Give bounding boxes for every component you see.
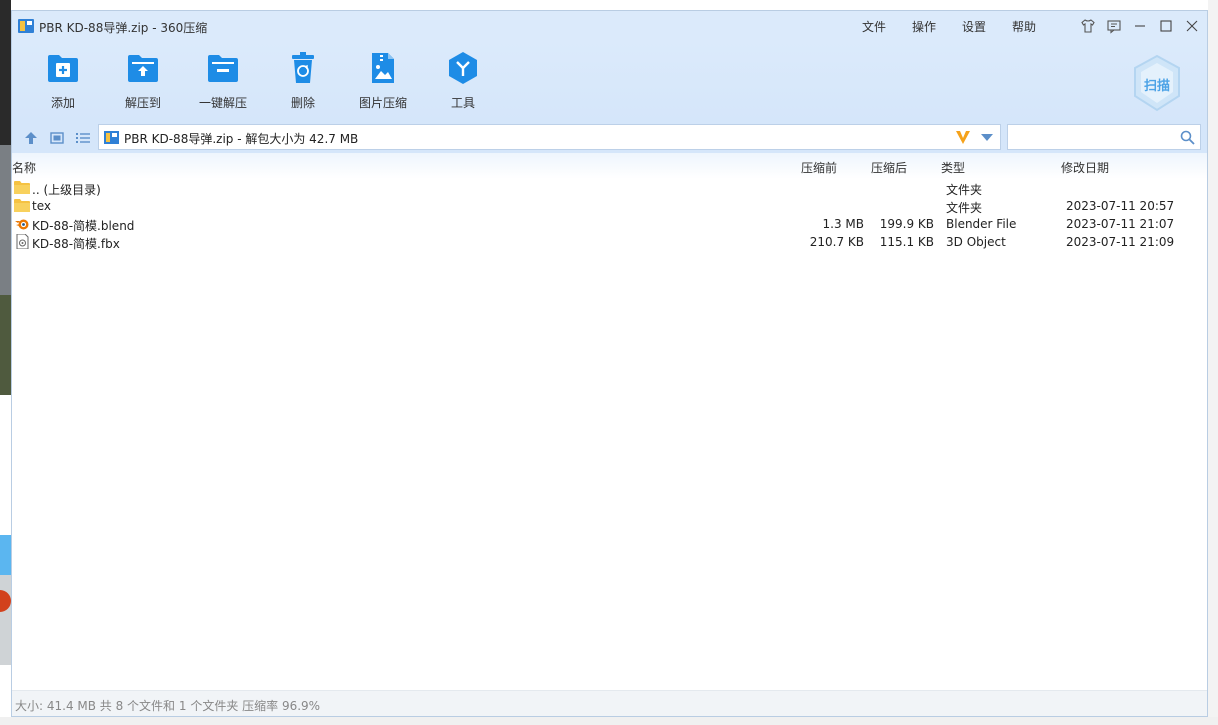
column-after-size[interactable]: 压缩后: [871, 159, 907, 176]
status-text: 大小: 41.4 MB 共 8 个文件和 1 个文件夹 压缩率 96.9%: [15, 699, 321, 713]
file-name: tex: [32, 199, 51, 213]
up-arrow-icon[interactable]: [23, 130, 39, 146]
title-bar[interactable]: PBR KD-88导弹.zip - 360压缩 文件 操作 设置 帮助: [12, 11, 1207, 41]
desktop-background-bottom: [0, 717, 1218, 725]
fbx-file-icon: [16, 234, 29, 249]
search-icon[interactable]: [1180, 130, 1195, 145]
list-item[interactable]: KD-88-简模.fbx 210.7 KB 115.1 KB 3D Object…: [12, 233, 1207, 251]
toolbar: 添加 解压到 一键解压 删除 图片压缩 工具 扫描: [12, 41, 1207, 121]
desktop-background-right: [1208, 0, 1218, 725]
folder-icon: [14, 181, 30, 194]
list-item[interactable]: KD-88-简模.blend 1.3 MB 199.9 KB Blender F…: [12, 215, 1207, 233]
one-click-extract-icon: [208, 55, 238, 82]
tools-label: 工具: [450, 96, 475, 110]
minimize-icon: [1135, 25, 1145, 27]
menu-settings[interactable]: 设置: [960, 18, 988, 35]
file-name: .. (上级目录): [32, 183, 101, 197]
extract-to-button[interactable]: 解压到: [107, 49, 179, 111]
message-icon: [1107, 20, 1121, 34]
file-date: 2023-07-11 20:57: [1066, 199, 1175, 213]
v-badge-icon[interactable]: [954, 128, 972, 146]
window-controls: [1077, 15, 1203, 37]
maximize-button[interactable]: [1155, 15, 1177, 37]
column-name[interactable]: 名称: [12, 159, 36, 176]
zip-file-icon: [104, 131, 119, 144]
file-name: KD-88-简模.blend: [32, 219, 135, 233]
minimize-button[interactable]: [1129, 15, 1151, 37]
search-box: [1007, 124, 1201, 150]
one-click-extract-button[interactable]: 一键解压: [187, 49, 259, 111]
archive-path: PBR KD-88导弹.zip - 解包大小为 42.7 MB: [124, 132, 359, 146]
maximize-icon: [1160, 20, 1172, 32]
status-bar: 大小: 41.4 MB 共 8 个文件和 1 个文件夹 压缩率 96.9%: [12, 690, 1207, 716]
image-compress-icon: [372, 53, 394, 83]
column-before-size[interactable]: 压缩前: [801, 159, 837, 176]
folder-icon: [14, 199, 30, 212]
image-compress-button[interactable]: 图片压缩: [347, 49, 419, 111]
file-date: 2023-07-11 21:07: [1066, 217, 1175, 231]
file-type: Blender File: [946, 217, 1017, 231]
file-type: 文件夹: [946, 201, 983, 215]
delete-label: 删除: [290, 96, 315, 110]
add-icon: [48, 55, 78, 82]
feedback-button[interactable]: [1103, 15, 1125, 37]
add-button[interactable]: 添加: [27, 49, 99, 111]
tools-button[interactable]: 工具: [427, 49, 499, 111]
skin-button[interactable]: [1077, 15, 1099, 37]
file-packed-size: 115.1 KB: [879, 235, 934, 249]
navigation-bar: PBR KD-88导弹.zip - 解包大小为 42.7 MB: [12, 121, 1207, 153]
search-input[interactable]: [1012, 128, 1172, 146]
thumbnail-view-icon[interactable]: [49, 130, 65, 146]
path-box[interactable]: PBR KD-88导弹.zip - 解包大小为 42.7 MB: [98, 124, 1001, 150]
shirt-icon: [1081, 19, 1095, 33]
menu-operations[interactable]: 操作: [910, 18, 938, 35]
delete-icon: [292, 52, 314, 83]
file-name: KD-88-简模.fbx: [32, 237, 120, 251]
desktop-background: [0, 0, 11, 725]
file-list-header: 名称 压缩前 压缩后 类型 修改日期: [12, 153, 1207, 179]
extract-to-icon: [128, 55, 158, 82]
one-click-extract-label: 一键解压: [198, 96, 247, 110]
archive-window: PBR KD-88导弹.zip - 360压缩 文件 操作 设置 帮助 添加 解…: [11, 10, 1208, 717]
tools-icon: [449, 52, 477, 84]
file-packed-size: 199.9 KB: [879, 217, 934, 231]
menu-bar: 文件 操作 设置 帮助: [860, 18, 1038, 35]
file-type: 文件夹: [946, 183, 983, 197]
list-item[interactable]: tex 文件夹 2023-07-11 20:57: [12, 197, 1207, 215]
scan-label: 扫描: [1143, 79, 1170, 94]
close-button[interactable]: [1181, 15, 1203, 37]
window-title: PBR KD-88导弹.zip - 360压缩: [39, 21, 208, 35]
extract-to-label: 解压到: [124, 96, 161, 110]
file-type: 3D Object: [946, 235, 1006, 249]
list-view-icon[interactable]: [75, 130, 91, 146]
column-modified[interactable]: 修改日期: [1061, 159, 1109, 176]
blender-file-icon: [15, 219, 29, 230]
close-icon: [1186, 20, 1198, 32]
file-size: 1.3 MB: [822, 217, 864, 231]
scan-button[interactable]: 扫描: [1131, 54, 1183, 112]
archive-app-icon: [18, 19, 34, 33]
menu-help[interactable]: 帮助: [1010, 18, 1038, 35]
menu-file[interactable]: 文件: [860, 18, 888, 35]
file-date: 2023-07-11 21:09: [1066, 235, 1175, 249]
file-list: .. (上级目录) 文件夹 tex 文件夹 2023-07-11 20:57 K…: [12, 179, 1207, 251]
list-item[interactable]: .. (上级目录) 文件夹: [12, 179, 1207, 197]
chevron-down-icon[interactable]: [981, 134, 993, 142]
file-size: 210.7 KB: [809, 235, 864, 249]
column-type[interactable]: 类型: [941, 159, 965, 176]
add-label: 添加: [50, 96, 75, 110]
image-compress-label: 图片压缩: [358, 96, 407, 110]
delete-button[interactable]: 删除: [267, 49, 339, 111]
